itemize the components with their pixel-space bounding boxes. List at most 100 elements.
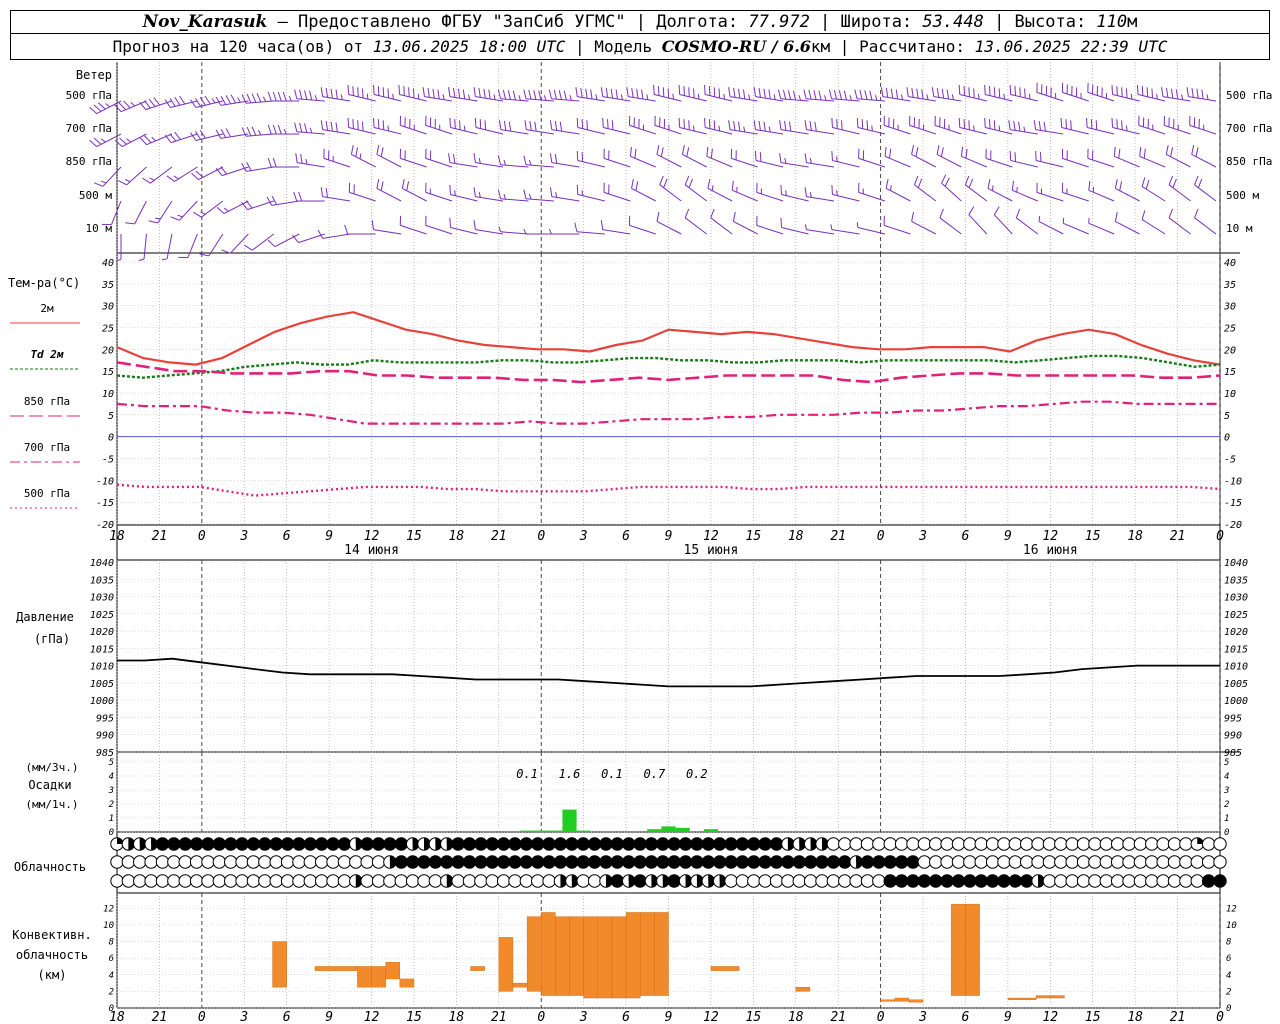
barb-feather <box>148 220 159 224</box>
barb-feather <box>1195 147 1199 157</box>
cloud-symbol <box>451 837 465 851</box>
barb-feather <box>164 99 171 108</box>
cloud-symbol <box>906 874 920 888</box>
barb-feather <box>352 119 354 129</box>
wind-barb <box>659 175 682 202</box>
cloud-symbol <box>860 855 875 869</box>
convective-bar <box>951 903 966 996</box>
wind-barb <box>656 145 682 168</box>
cloud-symbol <box>1076 837 1091 851</box>
cloud-circle <box>224 855 238 869</box>
barb-shaft <box>941 182 962 202</box>
cloud-circle <box>724 874 738 888</box>
barb-shaft <box>781 193 809 202</box>
barb-feather <box>142 177 151 184</box>
cloud-symbol <box>712 855 727 869</box>
cloud-symbol <box>826 837 841 851</box>
wind-barb <box>1033 120 1064 135</box>
wind-barb <box>139 97 173 111</box>
cloud-circle <box>337 855 352 869</box>
cloud-circle <box>462 874 477 888</box>
barb-feather <box>657 86 660 96</box>
wind-barb <box>804 120 835 135</box>
barb-feather <box>427 87 430 98</box>
barb-feather <box>809 158 812 164</box>
barb-shaft <box>882 96 911 102</box>
cloud-circle <box>133 874 147 888</box>
wind-barb <box>267 157 300 168</box>
barb-feather <box>422 87 425 97</box>
cloud-circle <box>360 837 374 851</box>
wind-barb <box>936 145 962 168</box>
cloud-symbol <box>758 874 772 888</box>
barb-feather <box>524 120 527 130</box>
cloud-symbol <box>826 874 841 888</box>
barb-feather <box>963 119 966 129</box>
wind-barb <box>241 162 274 172</box>
barb-shaft <box>500 231 529 235</box>
wind-barb <box>1114 179 1140 202</box>
barb-feather <box>468 94 471 100</box>
cloud-symbol <box>303 855 318 869</box>
convective-bar <box>470 966 485 971</box>
wind-level-label: 10 м <box>1226 222 1253 235</box>
cloud-symbol <box>1099 855 1113 869</box>
barb-feather <box>350 145 354 155</box>
cloud-circle <box>246 855 261 869</box>
cloud-symbol <box>201 855 215 869</box>
cloud-symbol <box>894 874 909 888</box>
barb-shaft <box>1115 187 1140 202</box>
barb-shaft <box>707 187 733 202</box>
cloud-symbol <box>1201 837 1216 851</box>
cloud-circle <box>542 855 556 869</box>
barb-shaft <box>1188 96 1217 102</box>
convective-bar <box>965 903 980 996</box>
barb-feather <box>733 120 736 131</box>
barb-shaft <box>322 196 351 202</box>
barb-feather <box>523 89 527 99</box>
cloud-circle <box>1156 874 1170 888</box>
barb-feather <box>282 91 287 102</box>
barb-feather <box>362 121 364 132</box>
y-tick-label: 8 <box>1226 938 1231 948</box>
convective-bar <box>908 999 924 1003</box>
cloud-symbol <box>610 855 625 869</box>
barb-feather <box>831 150 833 161</box>
wind-barb <box>884 146 911 168</box>
cloud-symbol <box>235 837 249 851</box>
precip-bar <box>548 830 563 832</box>
cloud-symbol <box>769 855 784 869</box>
cloud-symbol <box>121 837 136 851</box>
cloud-symbol <box>1019 855 1034 869</box>
cloud-symbol <box>610 837 625 851</box>
wind-barb <box>1141 177 1166 202</box>
cloud-circle <box>542 874 556 888</box>
barb-shaft <box>402 187 427 202</box>
barb-feather <box>553 89 557 100</box>
cloud-circle <box>246 874 261 888</box>
x-tick-label: 3 <box>239 529 248 544</box>
barb-feather <box>784 120 787 131</box>
barb-shaft <box>710 217 733 235</box>
cloud-circle <box>576 837 590 851</box>
wind-barb <box>523 189 554 202</box>
barb-feather <box>965 148 968 159</box>
barb-feather <box>246 162 252 171</box>
wind-barb <box>1114 212 1140 235</box>
barb-feather <box>968 120 970 130</box>
wind-barb <box>1111 117 1140 135</box>
cloud-circle <box>485 837 499 851</box>
cloud-circle <box>178 855 192 869</box>
x-tick-label: 3 <box>918 529 927 544</box>
barb-feather <box>1018 121 1021 132</box>
barb-feather <box>272 157 277 168</box>
barb-feather <box>575 87 578 97</box>
barb-feather <box>574 222 578 232</box>
barb-feather <box>474 117 477 128</box>
cloud-symbol <box>360 874 374 888</box>
barb-feather <box>549 153 553 163</box>
barb-feather <box>452 87 456 98</box>
cloud-circle <box>1019 874 1034 888</box>
cloud-circle <box>906 874 920 888</box>
wind-barb <box>401 179 427 202</box>
